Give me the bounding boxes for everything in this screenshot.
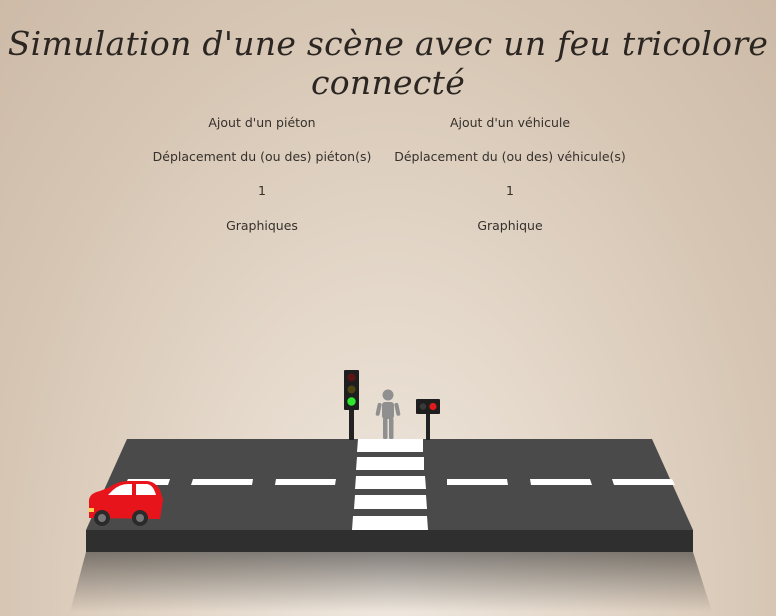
lane-markings bbox=[125, 479, 675, 485]
road-side bbox=[86, 530, 693, 552]
pedestrian-light-off-lamp bbox=[419, 403, 427, 410]
vehicle-chart-button[interactable]: Graphique bbox=[477, 218, 542, 234]
pedestrian-light bbox=[416, 399, 440, 440]
pedestrian-light-red-lamp bbox=[429, 402, 437, 411]
vehicle-count: 1 bbox=[506, 183, 514, 198]
traffic-light bbox=[344, 370, 359, 440]
pedestrian bbox=[375, 389, 401, 439]
road-surface bbox=[86, 439, 693, 530]
traffic-light-red-lamp bbox=[347, 373, 356, 382]
traffic-light-green-lamp bbox=[347, 397, 356, 406]
move-pedestrians-button[interactable]: Déplacement du (ou des) piéton(s) bbox=[153, 149, 372, 165]
crosswalk bbox=[352, 439, 428, 530]
pedestrian-charts-button[interactable]: Graphiques bbox=[226, 218, 298, 234]
road-reflection bbox=[70, 552, 712, 612]
move-vehicles-button[interactable]: Déplacement du (ou des) véhicule(s) bbox=[394, 149, 626, 165]
add-pedestrian-button[interactable]: Ajout d'un piéton bbox=[208, 115, 315, 131]
pedestrian-count: 1 bbox=[258, 183, 266, 198]
car[interactable] bbox=[89, 481, 163, 526]
add-vehicle-button[interactable]: Ajout d'un véhicule bbox=[450, 115, 570, 131]
traffic-light-amber-lamp bbox=[347, 385, 356, 394]
page-title: Simulation d'une scène avec un feu trico… bbox=[7, 24, 769, 102]
